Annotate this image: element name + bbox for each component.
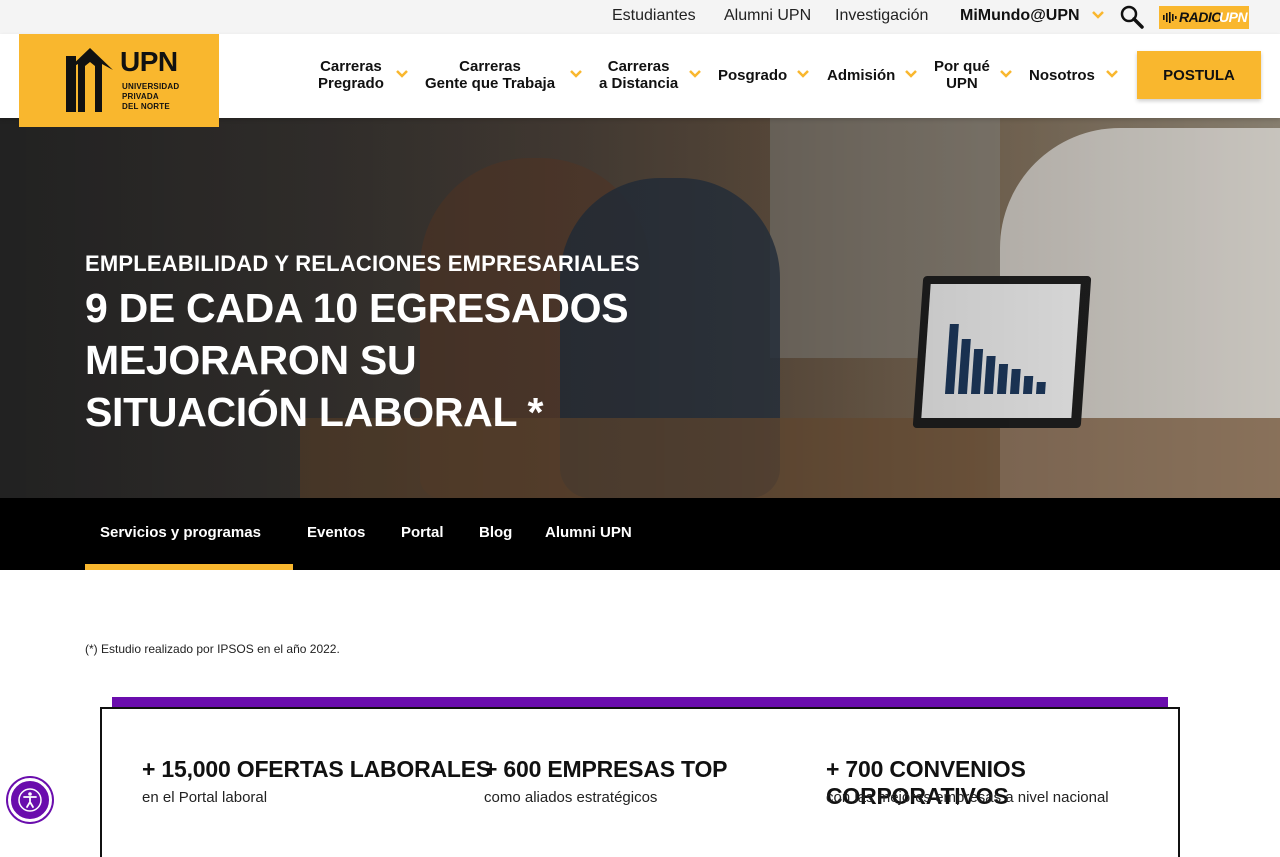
tab-portal[interactable]: Portal [401, 524, 444, 541]
stat-empresas-heading: + 600 EMPRESAS TOP [484, 756, 728, 782]
upn-logo[interactable]: UPN UNIVERSIDAD PRIVADA DEL NORTE [19, 34, 219, 127]
chevron-down-icon[interactable] [396, 69, 408, 79]
hero-kicker: EMPLEABILIDAD Y RELACIONES EMPRESARIALES [85, 251, 640, 276]
accessibility-button[interactable] [8, 778, 52, 822]
link-investigacion[interactable]: Investigación [835, 7, 928, 25]
logo-subtitle: UNIVERSIDAD PRIVADA DEL NORTE [122, 82, 180, 111]
hero-title: 9 DE CADA 10 EGRESADOS MEJORARON SU SITU… [85, 285, 629, 435]
nav-carreras-a-distancia[interactable]: Carreras a Distancia [599, 58, 678, 92]
tab-alumni-upn[interactable]: Alumni UPN [545, 524, 632, 541]
arrow-logo-icon [66, 48, 113, 112]
nav-admision[interactable]: Admisión [827, 67, 895, 84]
nav-carreras-gente-que-trabaja[interactable]: Carreras Gente que Trabaja [425, 58, 555, 92]
chevron-down-icon[interactable] [570, 69, 582, 79]
chevron-down-icon[interactable] [689, 69, 701, 79]
stat-ofertas-heading: + 15,000 OFERTAS LABORALES [142, 756, 492, 782]
stat-ofertas-subtext: en el Portal laboral [142, 789, 268, 806]
nav-carreras-pregrado[interactable]: Carreras Pregrado [318, 58, 384, 92]
link-mimundo[interactable]: MiMundo@UPN [960, 7, 1080, 25]
nav-posgrado[interactable]: Posgrado [718, 67, 787, 84]
radio-label: RADIO [1179, 9, 1222, 25]
chevron-down-icon[interactable] [1092, 9, 1104, 21]
link-alumni[interactable]: Alumni UPN [724, 7, 811, 25]
search-icon[interactable] [1119, 4, 1145, 30]
active-tab-indicator [85, 564, 293, 570]
section-tabs: Servicios y programas Eventos Portal Blo… [0, 498, 1280, 570]
link-estudiantes[interactable]: Estudiantes [612, 7, 696, 25]
chevron-down-icon[interactable] [1000, 69, 1012, 79]
stat-empresas-subtext: como aliados estratégicos [484, 789, 658, 806]
radio-upn-label: UPN [1219, 9, 1248, 25]
utility-bar: Estudiantes Alumni UPN Investigación MiM… [0, 0, 1280, 34]
stats-box: + 15,000 OFERTAS LABORALES en el Portal … [100, 707, 1180, 857]
tab-servicios-y-programas[interactable]: Servicios y programas [100, 524, 261, 541]
tab-eventos[interactable]: Eventos [307, 524, 365, 541]
study-footnote: (*) Estudio realizado por IPSOS en el añ… [85, 642, 340, 656]
chevron-down-icon[interactable] [797, 69, 809, 79]
accessibility-icon [18, 788, 42, 812]
hero-banner: EMPLEABILIDAD Y RELACIONES EMPRESARIALES… [0, 118, 1280, 498]
tab-blog[interactable]: Blog [479, 524, 512, 541]
radio-upn-button[interactable]: RADIO UPN [1159, 6, 1249, 29]
stat-convenios-subtext: con las mejores empresas a nivel naciona… [826, 789, 1109, 806]
nav-nosotros[interactable]: Nosotros [1029, 67, 1095, 84]
chevron-down-icon[interactable] [905, 69, 917, 79]
nav-por-que-upn[interactable]: Por qué UPN [934, 58, 990, 92]
postula-button[interactable]: POSTULA [1137, 51, 1261, 99]
chevron-down-icon[interactable] [1106, 69, 1118, 79]
logo-text: UPN [120, 46, 178, 77]
audio-bars-icon [1163, 12, 1177, 23]
main-header: UPN UNIVERSIDAD PRIVADA DEL NORTE Carrer… [0, 34, 1280, 127]
